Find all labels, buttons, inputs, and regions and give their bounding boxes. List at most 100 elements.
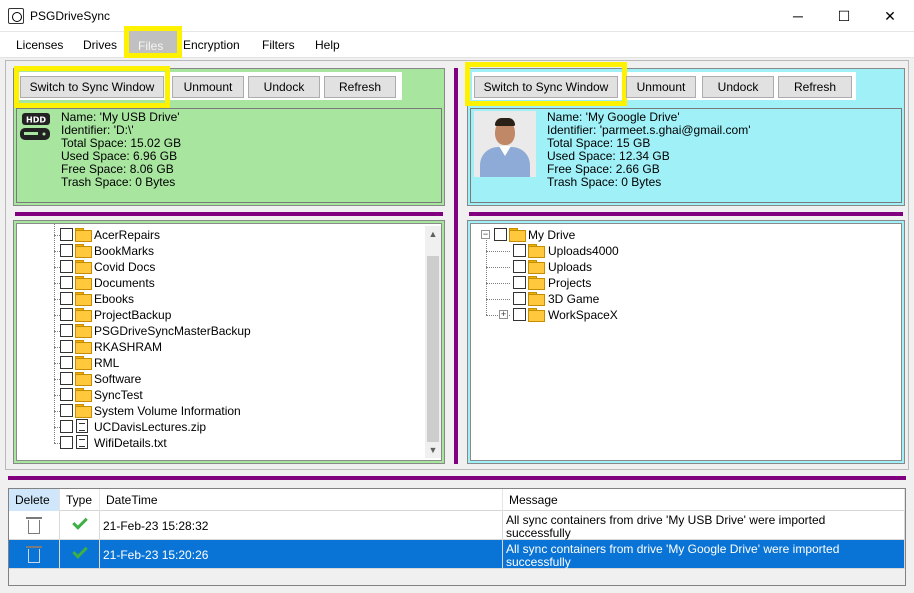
log-row[interactable]: 21-Feb-23 15:20:26 All sync containers fr… [9, 540, 905, 569]
tree-label: BookMarks [94, 244, 155, 258]
expand-icon[interactable]: + [499, 310, 508, 319]
tree-checkbox[interactable] [60, 308, 73, 321]
menu-licenses[interactable]: Licenses [16, 38, 63, 52]
tree-row[interactable]: RKASHRAM [17, 339, 407, 355]
folder-icon [75, 308, 92, 322]
folder-icon [75, 324, 92, 338]
column-type[interactable]: Type [60, 489, 100, 511]
left-unmount-button[interactable]: Unmount [172, 76, 244, 98]
tree-checkbox[interactable] [60, 340, 73, 353]
message-cell: All sync containers from drive 'My USB D… [503, 511, 905, 540]
trash-icon[interactable] [26, 517, 42, 534]
folder-icon [75, 244, 92, 258]
tree-checkbox[interactable] [60, 420, 73, 433]
success-check-icon [72, 543, 88, 559]
collapse-icon[interactable]: − [481, 230, 490, 239]
right-drive-trash-space: Trash Space: 0 Bytes [547, 175, 662, 189]
tree-row[interactable]: + WorkSpaceX [471, 307, 871, 323]
tree-row[interactable]: PSGDriveSyncMasterBackup [17, 323, 407, 339]
tree-row[interactable]: BookMarks [17, 243, 407, 259]
tree-checkbox[interactable] [513, 292, 526, 305]
scroll-up-arrow-icon[interactable]: ▲ [425, 226, 441, 242]
menu-files[interactable]: Files [124, 26, 182, 58]
tree-checkbox[interactable] [60, 276, 73, 289]
delete-cell[interactable] [9, 511, 60, 540]
close-button[interactable]: ✕ [867, 0, 913, 32]
scroll-down-arrow-icon[interactable]: ▼ [425, 442, 441, 458]
menu-help[interactable]: Help [315, 38, 340, 52]
tree-checkbox[interactable] [60, 260, 73, 273]
left-tree-scrollbar[interactable]: ▲ ▼ [425, 226, 441, 458]
tree-row[interactable]: UCDavisLectures.zip [17, 419, 407, 435]
tree-checkbox[interactable] [60, 436, 73, 449]
tree-checkbox[interactable] [60, 372, 73, 385]
tree-checkbox[interactable] [513, 276, 526, 289]
column-message[interactable]: Message [503, 489, 905, 511]
tree-checkbox[interactable] [60, 404, 73, 417]
tree-row[interactable]: Projects [471, 275, 871, 291]
maximize-button[interactable]: ☐ [821, 0, 867, 32]
tree-row[interactable]: 3D Game [471, 291, 871, 307]
right-splitter[interactable] [469, 212, 903, 216]
tree-row[interactable]: System Volume Information [17, 403, 407, 419]
right-refresh-button[interactable]: Refresh [778, 76, 852, 98]
log-row[interactable]: 21-Feb-23 15:28:32 All sync containers fr… [9, 511, 905, 540]
tree-checkbox[interactable] [494, 228, 507, 241]
log-message-continued: successfully [506, 555, 571, 569]
tree-row[interactable]: Uploads4000 [471, 243, 871, 259]
menu-encryption[interactable]: Encryption [183, 38, 240, 52]
tree-checkbox[interactable] [513, 244, 526, 257]
left-refresh-button[interactable]: Refresh [324, 76, 396, 98]
right-undock-button[interactable]: Undock [702, 76, 774, 98]
tree-checkbox[interactable] [60, 356, 73, 369]
vertical-splitter[interactable] [454, 68, 458, 464]
tree-checkbox[interactable] [60, 324, 73, 337]
minimize-button[interactable]: ─ [775, 0, 821, 32]
tree-label: 3D Game [548, 292, 600, 306]
tree-row[interactable]: WifiDetails.txt [17, 435, 407, 451]
tree-row[interactable]: Software [17, 371, 407, 387]
left-splitter[interactable] [15, 212, 443, 216]
log-splitter[interactable] [8, 476, 906, 480]
folder-icon [528, 260, 545, 274]
tree-label: Uploads4000 [548, 244, 619, 258]
left-switch-highlight [14, 66, 170, 108]
left-tree-scroll-thumb[interactable] [427, 256, 439, 442]
tree-row[interactable]: AcerRepairs [17, 227, 407, 243]
folder-icon [528, 308, 545, 322]
tree-row[interactable]: Documents [17, 275, 407, 291]
tree-checkbox[interactable] [60, 388, 73, 401]
tree-checkbox[interactable] [60, 228, 73, 241]
tree-checkbox[interactable] [60, 244, 73, 257]
left-undock-button[interactable]: Undock [248, 76, 320, 98]
tree-checkbox[interactable] [513, 308, 526, 321]
folder-icon [75, 276, 92, 290]
tree-checkbox[interactable] [60, 292, 73, 305]
tree-row[interactable]: Covid Docs [17, 259, 407, 275]
hdd-icon: HDD [20, 113, 50, 140]
tree-row-my-drive[interactable]: − My Drive [471, 227, 871, 243]
tree-row[interactable]: ProjectBackup [17, 307, 407, 323]
column-datetime[interactable]: DateTime [100, 489, 503, 511]
tree-checkbox[interactable] [513, 260, 526, 273]
tree-row[interactable]: SyncTest [17, 387, 407, 403]
log-message: All sync containers from drive 'My USB D… [506, 513, 826, 527]
tree-label: Projects [548, 276, 592, 290]
tree-label: UCDavisLectures.zip [94, 420, 207, 434]
menu-drives[interactable]: Drives [83, 38, 117, 52]
delete-cell[interactable] [9, 540, 60, 569]
type-cell [60, 540, 100, 569]
tree-row[interactable]: Uploads [471, 259, 871, 275]
column-delete[interactable]: Delete [9, 489, 60, 511]
sync-log-grid: Delete Type DateTime Message 21-Feb-23 1… [8, 488, 906, 586]
tree-row[interactable]: RML [17, 355, 407, 371]
right-switch-highlight [465, 62, 627, 106]
app-icon [8, 8, 24, 24]
menu-filters[interactable]: Filters [262, 38, 295, 52]
tree-label: RML [94, 356, 120, 370]
tree-row[interactable]: Ebooks [17, 291, 407, 307]
right-unmount-button[interactable]: Unmount [626, 76, 696, 98]
tree-label: Uploads [548, 260, 593, 274]
folder-icon [75, 388, 92, 402]
trash-icon[interactable] [26, 546, 42, 563]
